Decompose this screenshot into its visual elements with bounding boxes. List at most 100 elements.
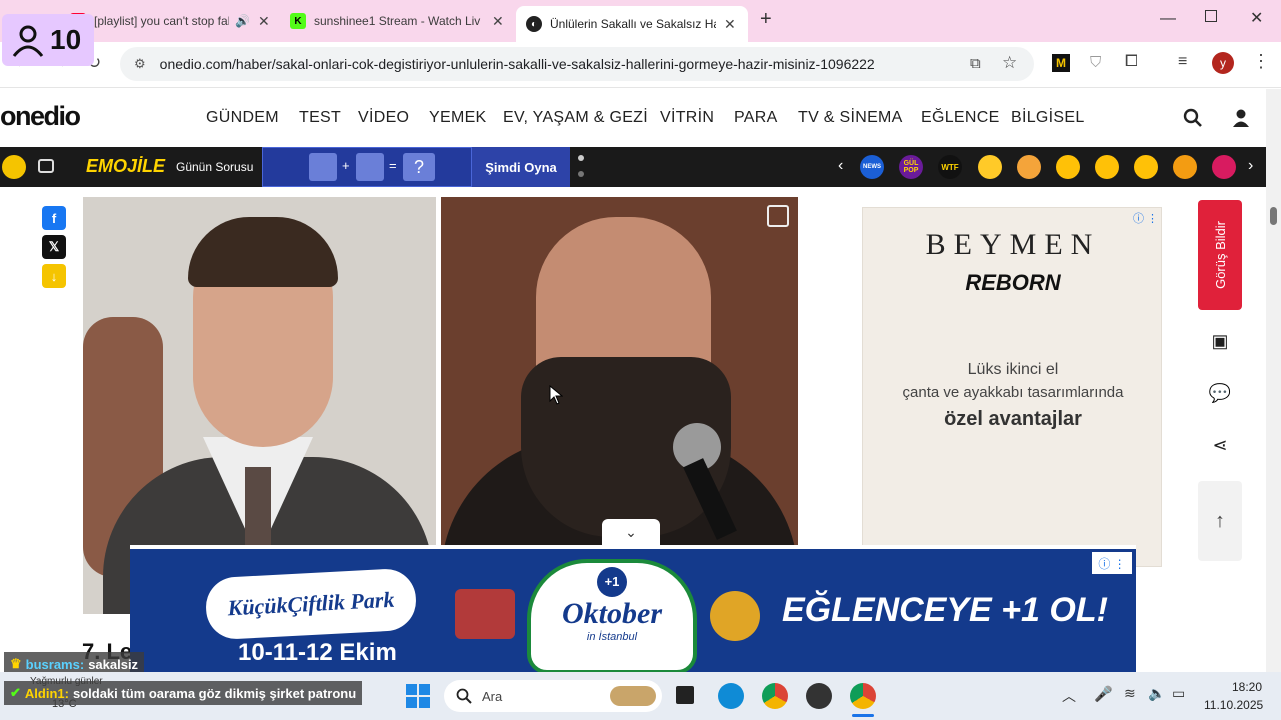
close-tab-icon[interactable]: ✕ [492,13,504,30]
search-highlight-image [610,686,656,706]
logo-plus: +1 [597,567,627,597]
chevron-up-icon[interactable]: ︿ [1062,686,1076,706]
nav-bilgisel[interactable]: BİLGİSEL [1011,109,1085,127]
face-emoji-icon[interactable] [1017,155,1041,179]
emojile-brand[interactable]: EMOJİLE [86,156,165,177]
share-icon: ⋖ [1212,434,1228,455]
extension-icon[interactable]: M [1052,54,1070,72]
gulpop-category-icon[interactable]: GÜL POP [899,155,923,179]
address-bar[interactable]: ⚙ onedio.com/haber/sakal-onlari-cok-degi… [120,47,1034,81]
emoji-game-bar: EMOJİLE Günün Sorusu + = ? Şimdi Oyna ‹ … [0,147,1266,187]
taskbar-search[interactable]: Ara [444,680,662,712]
new-tab-button[interactable]: + [760,8,772,31]
chrome-profile-icon[interactable] [850,683,876,709]
lol-emoji-icon[interactable] [1173,155,1197,179]
nav-gundem[interactable]: GÜNDEM [206,109,279,127]
account-icon[interactable] [1232,108,1250,128]
gamepad-emoji-icon[interactable] [978,155,1002,179]
ad-line2: çanta ve ayakkabı tasarımlarında [902,384,1124,401]
bottom-banner-ad[interactable]: KüçükÇiftlik Park 10-11-12 Ekim +1 Oktob… [130,545,1136,672]
pager-dot[interactable] [578,171,584,177]
close-tab-icon[interactable]: ✕ [258,13,270,30]
nav-para[interactable]: PARA [734,109,778,127]
oktober-logo: +1 Oktober in İstanbul [527,559,697,672]
shield-icon[interactable]: ⛉ [1090,54,1101,71]
logo-main: Oktober [562,597,662,630]
tab-stream[interactable]: K sunshinee1 Stream - Watch Liv ✕ [280,6,510,36]
puzzle-icon[interactable]: ⧠ [1125,53,1138,71]
ad-line1: Lüks ikinci el [967,361,1059,378]
minimize-button[interactable]: — [1160,10,1176,28]
speaker-icon[interactable]: 🔊 [235,14,250,28]
bookmark-star-icon[interactable]: ☆ [1002,53,1017,73]
feedback-button[interactable]: Görüş Bildir [1198,200,1242,310]
nav-test[interactable]: TEST [299,109,341,127]
clock-date[interactable]: 11.10.2025 [1204,698,1263,712]
browser-toolbar: ← → ↻ ⚙ onedio.com/haber/sakal-onlari-co… [0,42,1281,88]
play-now-button[interactable]: Şimdi Oyna [472,147,570,187]
wtf-category-icon[interactable]: WTF [938,155,962,179]
accordion-icon [455,589,515,639]
answer-box[interactable]: ? [403,153,435,181]
obs-icon[interactable] [806,683,832,709]
nav-tv-sinema[interactable]: TV & SİNEMA [798,109,903,127]
puzzle-tile [356,153,384,181]
maximize-button[interactable] [1205,10,1217,22]
game-icon[interactable] [38,159,54,173]
share-button[interactable]: ⋖ [1198,419,1242,471]
fullscreen-icon[interactable] [767,205,789,227]
search-icon[interactable] [1183,108,1203,128]
chrome-icon[interactable] [762,683,788,709]
battery-icon[interactable]: ▭ [1172,685,1185,702]
nav-yemek[interactable]: YEMEK [429,109,487,127]
comments-button[interactable]: 💬 [1198,367,1242,419]
news-category-icon[interactable]: NEWS [860,155,884,179]
pink-emoji-icon[interactable] [1212,155,1236,179]
nav-eglence[interactable]: EĞLENCE [921,109,1000,127]
bookmark-add-button[interactable]: ▣ [1198,315,1242,367]
page-scrollbar[interactable] [1266,89,1281,672]
nav-vitrin[interactable]: VİTRİN [660,109,714,127]
close-window-button[interactable]: ✕ [1250,8,1263,28]
ad-choices-icon[interactable]: ⓘ ⋮ [1092,552,1132,574]
pager-dot[interactable] [578,155,584,161]
chevron-left-icon[interactable]: ‹ [838,157,843,175]
side-ad[interactable]: ⓘ ⋮ BEYMEN REBORN Lüks ikinci el çanta v… [862,207,1162,567]
nav-video[interactable]: VİDEO [358,109,409,127]
facebook-share-icon[interactable]: f [42,206,66,230]
chat-badge-icon: ✔ [10,685,21,700]
question-puzzle[interactable]: + = ? [262,147,472,187]
search-placeholder: Ara [482,688,503,704]
heart-eyes-emoji-icon[interactable] [1056,155,1080,179]
profile-avatar[interactable]: y [1212,52,1234,74]
collapse-ad-chevron-icon[interactable]: ⌄ [602,519,660,545]
wifi-icon[interactable]: ≋ [1124,685,1136,702]
scrollbar-thumb[interactable] [1270,207,1277,225]
sad-emoji-icon[interactable] [1095,155,1119,179]
arrow-up-icon: ↑ [1215,509,1225,532]
site-logo[interactable]: onedio [0,101,81,132]
edge-icon[interactable] [718,683,744,709]
chat-crown-icon: ♛ [10,656,22,671]
smile-emoji-icon[interactable] [1134,155,1158,179]
download-icon[interactable]: ↓ [42,264,66,288]
url-text[interactable]: onedio.com/haber/sakal-onlari-cok-degist… [160,56,875,72]
park-name: KüçükÇiftlik Park [204,567,418,641]
clock-time[interactable]: 18:20 [1232,680,1262,694]
microphone-icon[interactable]: 🎤 [1094,685,1113,703]
windows-start-icon[interactable] [406,684,430,708]
volume-icon[interactable]: 🔈 [1148,685,1165,702]
site-info-icon[interactable]: ⚙ [134,56,146,72]
ad-sub: REBORN [965,270,1061,295]
install-icon[interactable]: ⧉ [970,55,981,72]
ad-info-icon[interactable]: ⓘ ⋮ [1133,210,1158,226]
tab-onedio[interactable]: ◐ Ünlülerin Sakallı ve Sakalsız Hal ✕ [516,6,748,42]
chevron-right-icon[interactable]: › [1248,157,1253,175]
scroll-top-button[interactable]: ↑ [1198,481,1242,561]
media-control-icon[interactable]: ≡ [1178,53,1187,71]
menu-icon[interactable]: ⋮ [1252,51,1270,72]
x-share-icon[interactable]: 𝕏 [42,235,66,259]
task-view-icon[interactable] [676,686,694,704]
close-tab-icon[interactable]: ✕ [724,16,736,33]
nav-ev-yasam-gezi[interactable]: EV, YAŞAM & GEZİ [503,109,648,127]
